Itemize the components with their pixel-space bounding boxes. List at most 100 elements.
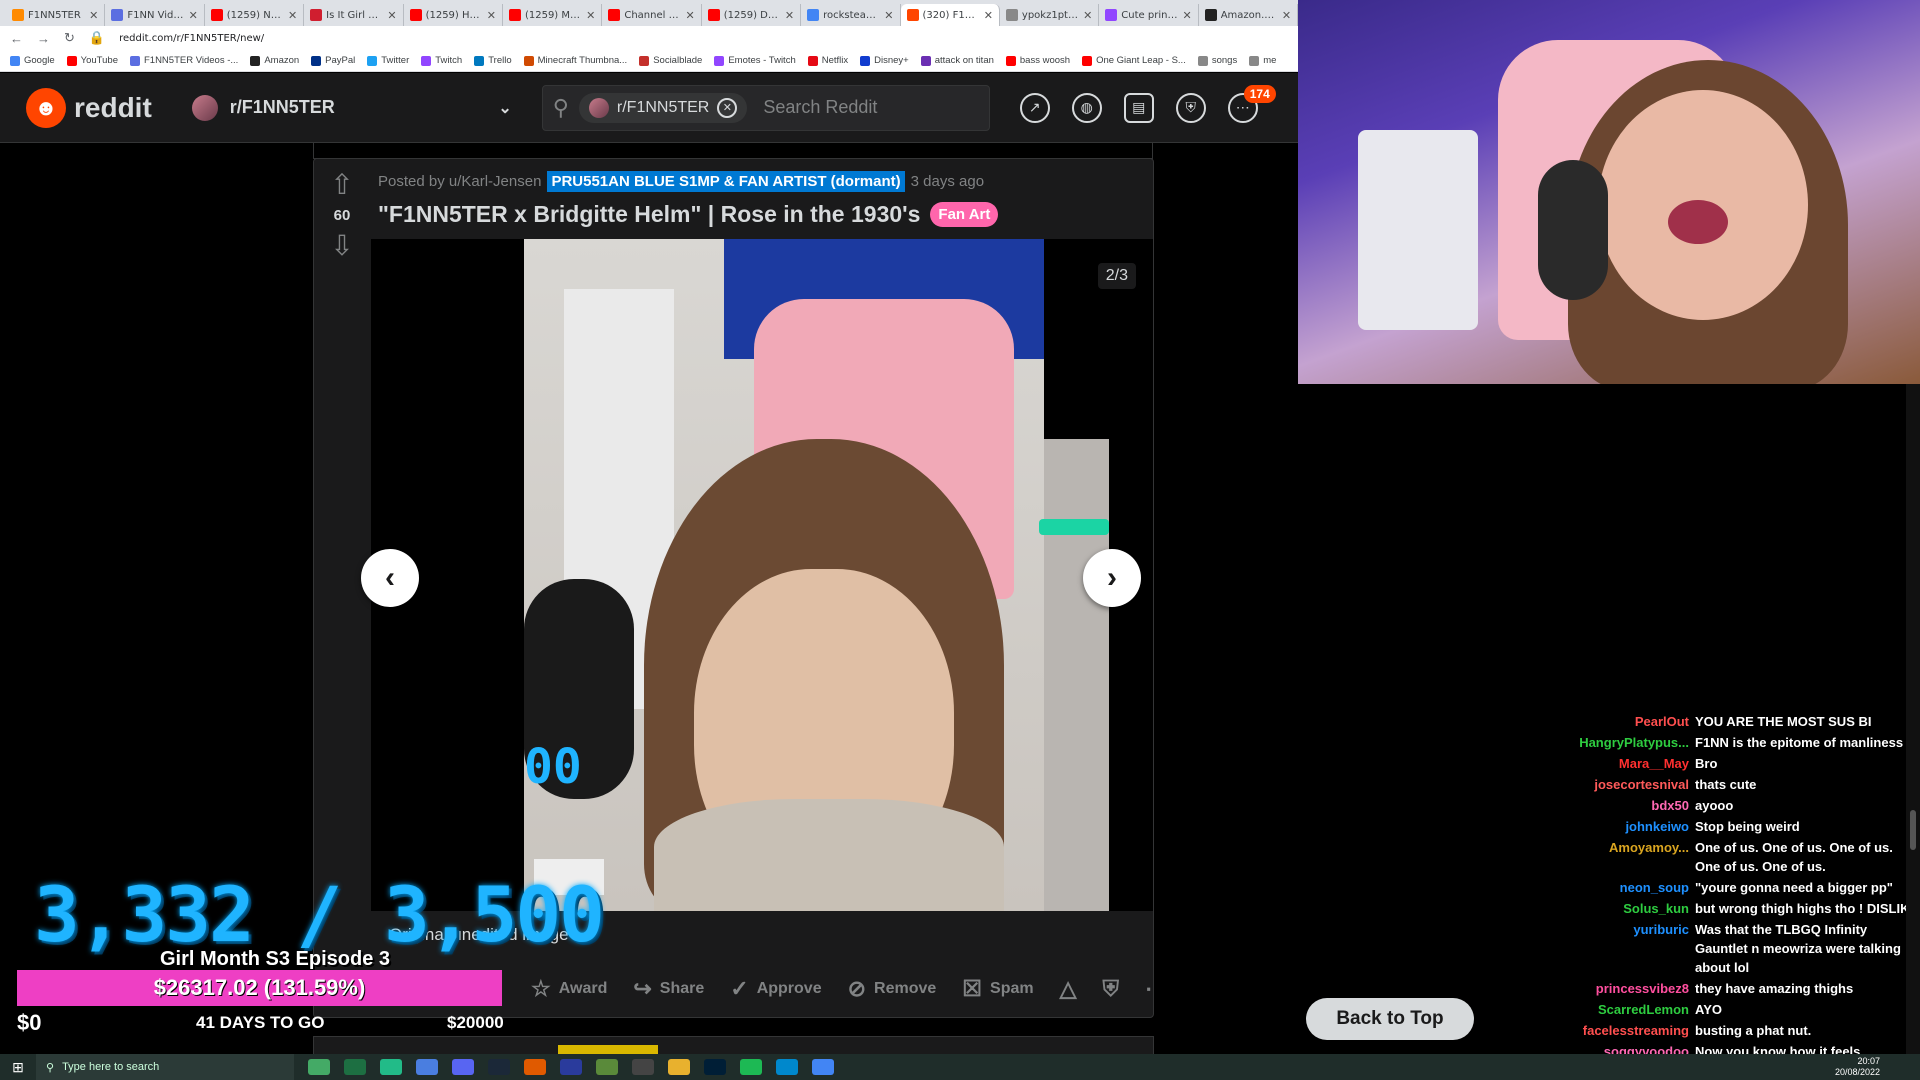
chat-username[interactable]: neon_soup	[1545, 878, 1695, 897]
chat-username[interactable]: Solus_kun	[1545, 899, 1695, 918]
scrollbar-thumb[interactable]	[1910, 810, 1916, 850]
bookmark-item[interactable]: attack on titan	[920, 55, 994, 66]
close-tab-icon[interactable]: ✕	[89, 9, 98, 22]
spotify-icon[interactable]	[740, 1059, 762, 1075]
chat-username[interactable]: yuriburic	[1545, 920, 1695, 977]
browser-tab[interactable]: (1259) How t ✕	[404, 4, 503, 26]
bookmark-item[interactable]: Twitch	[421, 55, 462, 66]
more-options-button[interactable]: ⋯	[1145, 976, 1153, 1002]
gallery-image[interactable]: 00	[524, 239, 1109, 911]
share-button[interactable]: ↪ Share	[633, 976, 704, 1002]
page-scrollbar[interactable]	[1906, 384, 1920, 1054]
browser-tab[interactable]: F1NN Videos ✕	[105, 4, 205, 26]
task-view-icon[interactable]	[308, 1059, 330, 1075]
spam-button[interactable]: ☒ Spam	[962, 976, 1033, 1002]
all-icon[interactable]: ◍	[1071, 92, 1102, 123]
bookmark-item[interactable]: Twitter	[367, 55, 409, 66]
steam-icon[interactable]	[488, 1059, 510, 1075]
lock-icon[interactable]: 🔒	[89, 30, 105, 46]
browser-tab[interactable]: (320) F1NN5 ✕	[900, 4, 1000, 26]
chrome-icon[interactable]	[812, 1059, 834, 1075]
bookmark-item[interactable]: Disney+	[860, 55, 909, 66]
close-tab-icon[interactable]: ✕	[487, 9, 496, 22]
post-title[interactable]: "F1NN5TER x Bridgitte Helm" | Rose in th…	[378, 201, 920, 228]
close-tab-icon[interactable]: ✕	[586, 9, 595, 22]
minecraft-icon[interactable]	[596, 1059, 618, 1075]
bookmark-item[interactable]: Minecraft Thumbna...	[523, 55, 627, 66]
browser-tab[interactable]: (1259) My Li ✕	[503, 4, 603, 26]
close-tab-icon[interactable]: ✕	[1282, 9, 1291, 22]
close-tab-icon[interactable]: ✕	[1182, 9, 1191, 22]
url-field[interactable]: reddit.com/r/F1NN5TER/new/	[119, 33, 264, 44]
bookmark-item[interactable]: Netflix	[807, 55, 848, 66]
close-tab-icon[interactable]: ✕	[884, 9, 893, 22]
visual-studio-icon[interactable]	[560, 1059, 582, 1075]
bookmark-item[interactable]: bass woosh	[1005, 55, 1070, 66]
bookmark-item[interactable]: Socialblade	[639, 55, 702, 66]
windows-start-icon[interactable]: ⊞	[0, 1059, 36, 1076]
mod-shield-button[interactable]: ⛨	[1103, 976, 1120, 1002]
discord-icon[interactable]	[452, 1059, 474, 1075]
close-tab-icon[interactable]: ✕	[1083, 9, 1092, 22]
bookmark-item[interactable]: F1NN5TER Videos -...	[129, 55, 238, 66]
browser-tab[interactable]: Cute princes ✕	[1099, 4, 1199, 26]
bookmark-item[interactable]: me	[1249, 55, 1276, 66]
browser-tab[interactable]: rockstead ry ✕	[801, 4, 901, 26]
remove-button[interactable]: ⊘ Remove	[848, 976, 937, 1002]
chat-username[interactable]: josecortesnival	[1545, 775, 1695, 794]
chat-username[interactable]: ScarredLemon	[1545, 1000, 1695, 1019]
chat-username[interactable]: facelesstreaming	[1545, 1021, 1695, 1040]
file-explorer-icon[interactable]	[668, 1059, 690, 1075]
reddit-logo[interactable]: ☻ reddit	[26, 87, 152, 128]
photoshop-icon[interactable]	[704, 1059, 726, 1075]
browser-tab[interactable]: Amazon.co.u ✕	[1199, 4, 1298, 26]
shield-icon[interactable]: ⛨	[1175, 92, 1206, 123]
excel-icon[interactable]	[344, 1059, 366, 1075]
app-icon[interactable]	[380, 1059, 402, 1075]
search-scope-chip[interactable]: r/F1NN5TER ✕	[578, 92, 748, 123]
forward-icon[interactable]: →	[37, 31, 50, 46]
taskbar-search[interactable]: ⚲ Type here to search	[36, 1054, 294, 1080]
approve-button[interactable]: ✓ Approve	[730, 976, 821, 1002]
browser-tab[interactable]: (1259) Never ✕	[205, 4, 305, 26]
browser-tab[interactable]: ypokz1ptbo ✕	[1000, 4, 1100, 26]
bookmark-item[interactable]: songs	[1197, 55, 1237, 66]
chat-username[interactable]: HangryPlatypus...	[1545, 733, 1695, 752]
bookmark-item[interactable]: YouTube	[66, 55, 118, 66]
subreddit-selector[interactable]: r/F1NN5TER ⌄	[191, 94, 512, 121]
telegram-icon[interactable]	[776, 1059, 798, 1075]
chat-username[interactable]: Amoyamoy...	[1545, 838, 1695, 876]
bookmark-item[interactable]: Trello	[474, 55, 512, 66]
chat-username[interactable]: bdx50	[1545, 796, 1695, 815]
gallery-prev-button[interactable]: ‹	[361, 549, 419, 607]
image-gallery[interactable]: 00 2/3 ‹ ›	[361, 239, 1153, 911]
mod-queue-icon[interactable]: ▤	[1123, 92, 1154, 123]
app-icon[interactable]	[632, 1059, 654, 1075]
clear-scope-icon[interactable]: ✕	[717, 97, 738, 118]
taskbar-search-input[interactable]: Type here to search	[62, 1061, 159, 1073]
back-to-top-button[interactable]: Back to Top	[1306, 998, 1474, 1040]
tag-button[interactable]: △	[1060, 976, 1077, 1002]
close-tab-icon[interactable]: ✕	[984, 9, 993, 22]
browser-tab[interactable]: Is It Girl Mon ✕	[304, 4, 404, 26]
close-tab-icon[interactable]: ✕	[686, 9, 695, 22]
close-tab-icon[interactable]: ✕	[189, 9, 198, 22]
post-time[interactable]: 3 days ago	[911, 173, 984, 190]
app-icon[interactable]	[524, 1059, 546, 1075]
close-tab-icon[interactable]: ✕	[288, 9, 297, 22]
upvote-icon[interactable]: ⇧	[330, 171, 353, 199]
back-icon[interactable]: ←	[10, 31, 23, 46]
bookmark-item[interactable]: Amazon	[250, 55, 299, 66]
browser-tab[interactable]: F1NN5TER ✕	[6, 4, 106, 26]
gallery-next-button[interactable]: ›	[1083, 549, 1141, 607]
chat-username[interactable]: princessvibez8	[1545, 979, 1695, 998]
downvote-icon[interactable]: ⇩	[330, 232, 353, 260]
app-icon[interactable]	[416, 1059, 438, 1075]
close-tab-icon[interactable]: ✕	[387, 9, 396, 22]
reload-icon[interactable]: ↻	[64, 30, 75, 46]
post-author[interactable]: Posted by u/Karl-Jensen	[378, 173, 541, 190]
taskbar-clock[interactable]: 20:07 20/08/2022	[1835, 1056, 1920, 1078]
bookmark-item[interactable]: Emotes - Twitch	[714, 55, 796, 66]
chat-username[interactable]: johnkeiwo	[1545, 817, 1695, 836]
search-input[interactable]: Search Reddit	[763, 97, 877, 118]
